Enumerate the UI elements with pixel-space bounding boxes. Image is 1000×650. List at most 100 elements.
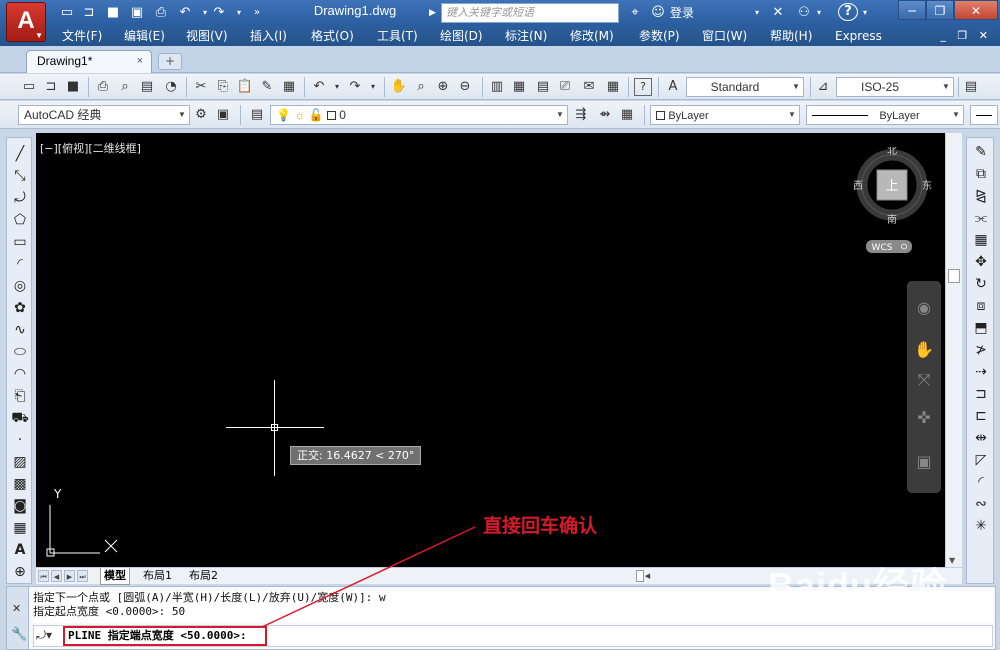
new-file-icon[interactable]: ▭: [58, 4, 76, 22]
scroll-left-icon[interactable]: ◀: [642, 570, 653, 582]
orbit-icon[interactable]: ✜: [914, 407, 934, 429]
quick-access-more-icon[interactable]: »: [248, 4, 266, 22]
save-icon[interactable]: ■: [64, 78, 82, 96]
fillet-icon[interactable]: ◜: [971, 472, 991, 492]
login-dropdown-icon[interactable]: ▾: [752, 3, 762, 23]
text-style-icon[interactable]: A: [664, 78, 682, 96]
layer-select[interactable]: 💡 ☼ 🔓 0 ▼: [270, 105, 568, 125]
design-center-icon[interactable]: ▦: [510, 78, 528, 96]
pan-icon[interactable]: ✋: [390, 78, 408, 96]
undo-icon[interactable]: ↶: [176, 4, 194, 22]
hatch-icon[interactable]: ▨: [10, 452, 30, 472]
polyline-icon[interactable]: ⤾: [10, 188, 30, 208]
undo-icon[interactable]: ↶: [310, 78, 328, 96]
ellipse-arc-icon[interactable]: ◠: [10, 364, 30, 384]
command-line-handle[interactable]: ✕ 🔧: [7, 587, 29, 649]
markup-icon[interactable]: ✉: [580, 78, 598, 96]
menu-edit[interactable]: 编辑(E): [124, 26, 165, 46]
vertical-scrollbar[interactable]: ▼: [945, 133, 962, 567]
redo-dropdown-icon[interactable]: ▾: [364, 78, 382, 96]
workspace-settings-icon[interactable]: ▣: [214, 106, 232, 124]
search-expand-icon[interactable]: ▶: [429, 3, 441, 23]
layer-properties-icon[interactable]: ▤: [248, 106, 266, 124]
document-window-controls[interactable]: _ ❐ ✕: [940, 28, 992, 44]
table-icon[interactable]: ▦: [10, 518, 30, 538]
zoom-window-icon[interactable]: ⊕: [434, 78, 452, 96]
menu-insert[interactable]: 插入(I): [250, 26, 287, 46]
previous-layout-icon[interactable]: ◀: [51, 570, 62, 582]
ellipse-icon[interactable]: ⬭: [10, 342, 30, 362]
help-button[interactable]: ?: [838, 3, 858, 21]
stretch-icon[interactable]: ⬒: [971, 318, 991, 338]
tab-close-icon[interactable]: ×: [137, 51, 143, 72]
rectangle-icon[interactable]: ▭: [10, 232, 30, 252]
menu-window[interactable]: 窗口(W): [702, 26, 747, 46]
tab-drawing1[interactable]: Drawing1* ×: [26, 50, 152, 73]
close-icon[interactable]: ✕: [12, 602, 21, 615]
layer-states-icon[interactable]: ▦: [618, 106, 636, 124]
tool-palettes-icon[interactable]: ▤: [534, 78, 552, 96]
tab-model[interactable]: 模型: [100, 568, 130, 585]
match-properties-icon[interactable]: ✎: [258, 78, 276, 96]
copy-object-icon[interactable]: ⧉: [971, 164, 991, 184]
application-menu-button[interactable]: A ▼: [6, 2, 46, 42]
viewcube[interactable]: 上 北 南 东 西 WCS: [854, 147, 934, 257]
trim-icon[interactable]: ≯: [971, 340, 991, 360]
undo-dropdown-icon[interactable]: ▾: [328, 78, 346, 96]
save-as-icon[interactable]: ▣: [128, 4, 146, 22]
break-icon[interactable]: ⊏: [971, 406, 991, 426]
multiline-text-icon[interactable]: A: [10, 540, 30, 560]
blend-curves-icon[interactable]: ∾: [971, 494, 991, 514]
plot-icon[interactable]: ⎙: [94, 78, 112, 96]
search-input[interactable]: [441, 3, 619, 23]
tab-layout2[interactable]: 布局2: [186, 568, 221, 585]
command-input-row[interactable]: ⤾▾ PLINE 指定端点宽度 <50.0000>:: [33, 625, 993, 647]
table-style-icon[interactable]: ▤: [962, 78, 980, 96]
line-icon[interactable]: ╱: [10, 144, 30, 164]
sheet-set-icon[interactable]: ⎚: [556, 78, 574, 96]
plot-preview-icon[interactable]: ⌕: [116, 78, 134, 96]
first-layout-icon[interactable]: ⏮: [38, 570, 49, 582]
redo-dropdown-icon[interactable]: ▾: [230, 4, 248, 22]
autodesk-app-icon[interactable]: ⚇: [794, 3, 814, 23]
menu-format[interactable]: 格式(O): [311, 26, 354, 46]
revision-cloud-icon[interactable]: ✿: [10, 298, 30, 318]
steering-wheel-icon[interactable]: ◉: [914, 297, 934, 319]
tab-layout1[interactable]: 布局1: [140, 568, 175, 585]
make-current-layer-icon[interactable]: ⇶: [572, 106, 590, 124]
3d-print-icon[interactable]: ◔: [162, 78, 180, 96]
user-icon[interactable]: ☺: [650, 3, 666, 23]
calculator-icon[interactable]: ▦: [604, 78, 622, 96]
offset-icon[interactable]: ⫘: [971, 208, 991, 228]
scroll-down-icon[interactable]: ▼: [949, 556, 955, 565]
spline-icon[interactable]: ∿: [10, 320, 30, 340]
open-icon[interactable]: ⊐: [42, 78, 60, 96]
maximize-icon[interactable]: ❐: [926, 0, 954, 20]
redo-icon[interactable]: ↷: [210, 4, 228, 22]
workspace-select[interactable]: AutoCAD 经典 ▼: [18, 105, 190, 125]
next-layout-icon[interactable]: ▶: [64, 570, 75, 582]
menu-draw[interactable]: 绘图(D): [440, 26, 483, 46]
point-icon[interactable]: ·: [10, 430, 30, 450]
insert-block-icon[interactable]: ⎗: [10, 386, 30, 406]
explode-icon[interactable]: ✳: [971, 516, 991, 536]
dimension-style-icon[interactable]: ⊿: [814, 78, 832, 96]
join-icon[interactable]: ⇹: [971, 428, 991, 448]
pan-hand-icon[interactable]: ✋: [914, 339, 934, 361]
exchange-icon[interactable]: ✕: [768, 3, 788, 23]
publish-icon[interactable]: ▤: [138, 78, 156, 96]
minimize-icon[interactable]: ─: [898, 0, 926, 20]
menu-parametric[interactable]: 参数(P): [639, 26, 680, 46]
lineweight-select[interactable]: [970, 105, 998, 125]
new-icon[interactable]: ▭: [20, 78, 38, 96]
menu-file[interactable]: 文件(F): [62, 26, 102, 46]
rotate-icon[interactable]: ↻: [971, 274, 991, 294]
gear-icon[interactable]: ⚙: [192, 106, 210, 124]
copy-icon[interactable]: ⎘: [214, 78, 232, 96]
help-dropdown-icon[interactable]: ▾: [860, 3, 870, 23]
vertical-scroll-thumb[interactable]: [948, 269, 960, 283]
add-selected-icon[interactable]: ⊕: [10, 562, 30, 582]
erase-icon[interactable]: ✎: [971, 142, 991, 162]
menu-help[interactable]: 帮助(H): [770, 26, 812, 46]
help-icon[interactable]: ?: [634, 78, 652, 96]
